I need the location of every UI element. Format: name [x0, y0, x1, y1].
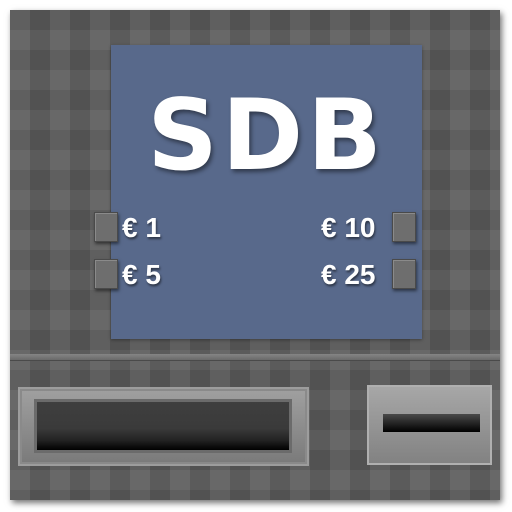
- coin-1-button[interactable]: [94, 212, 118, 242]
- coin-slot-opening[interactable]: [383, 414, 480, 432]
- display-panel: SDB: [111, 45, 422, 339]
- separator-ledge: [10, 354, 500, 360]
- coin-25-button[interactable]: [392, 259, 416, 289]
- dispenser-slot: [18, 387, 309, 466]
- logo-text: SDB: [147, 79, 386, 193]
- dispenser-opening[interactable]: [34, 399, 292, 453]
- vending-machine: SDB € 1 € 5 € 10 € 25: [10, 10, 500, 500]
- coin-25-label: € 25: [321, 259, 376, 290]
- coin-5-button[interactable]: [94, 259, 118, 289]
- coin-5-label: € 5: [122, 259, 161, 290]
- coin-1-label: € 1: [122, 212, 161, 243]
- coin-slot: [367, 385, 492, 465]
- coin-10-button[interactable]: [392, 212, 416, 242]
- coin-10-label: € 10: [321, 212, 376, 243]
